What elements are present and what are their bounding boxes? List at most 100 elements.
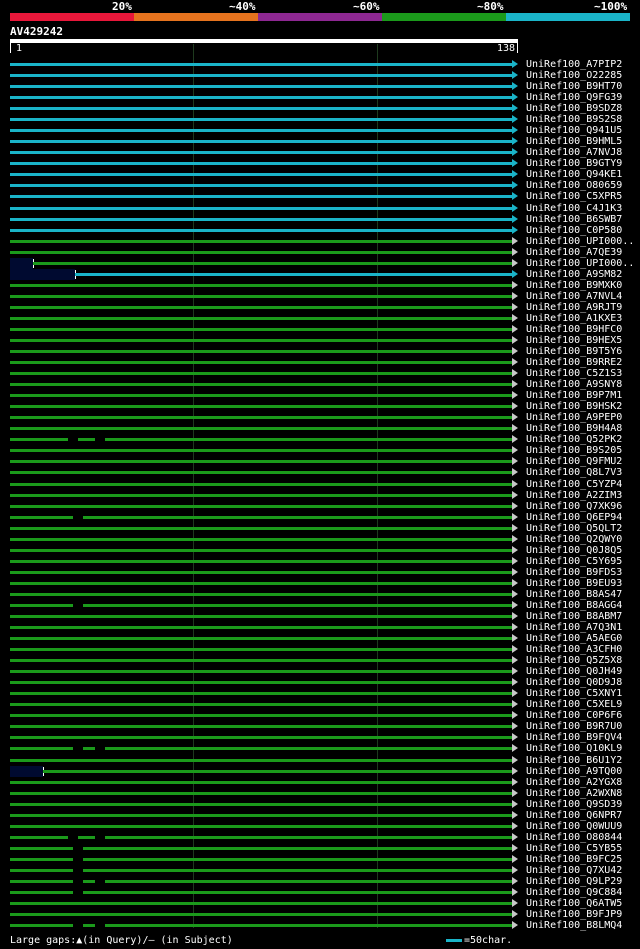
- hit-alignment-bar[interactable]: [10, 615, 512, 618]
- hit-label[interactable]: UniRef100_Q6NPR7: [526, 810, 622, 821]
- hit-alignment-bar[interactable]: [10, 482, 512, 486]
- hit-row[interactable]: UniRef100_C5XPR5: [0, 191, 640, 202]
- hit-alignment-bar[interactable]: [10, 184, 512, 188]
- hit-label[interactable]: UniRef100_C5XEL9: [526, 699, 622, 710]
- hit-label[interactable]: UniRef100_Q9FG39: [526, 92, 622, 103]
- hit-label[interactable]: UniRef100_A7QE39: [526, 247, 622, 258]
- hit-row[interactable]: UniRef100_Q7XU42: [0, 865, 640, 876]
- hit-label[interactable]: UniRef100_B9HT70: [526, 81, 622, 92]
- hit-alignment-bar[interactable]: [10, 902, 512, 906]
- hit-row[interactable]: UniRef100_C5Y695: [0, 556, 640, 567]
- hit-label[interactable]: UniRef100_A2ZIM3: [526, 490, 622, 501]
- hit-row[interactable]: UniRef100_C4J1K3: [0, 203, 640, 214]
- hit-label[interactable]: UniRef100_C5YB55: [526, 843, 622, 854]
- hit-label[interactable]: UniRef100_C0P580: [526, 225, 622, 236]
- hit-label[interactable]: UniRef100_B9FQV4: [526, 732, 622, 743]
- hit-alignment-bar[interactable]: [10, 891, 512, 894]
- hit-alignment-bar[interactable]: [10, 339, 512, 342]
- hit-label[interactable]: UniRef100_O80844: [526, 832, 622, 843]
- hit-label[interactable]: UniRef100_C0P6F6: [526, 710, 622, 721]
- hit-row[interactable]: UniRef100_A7PIP2: [0, 59, 640, 70]
- hit-label[interactable]: UniRef100_C5YZP4: [526, 479, 622, 490]
- hit-alignment-bar[interactable]: [10, 493, 512, 497]
- hit-label[interactable]: UniRef100_Q6EP94: [526, 512, 622, 523]
- hit-label[interactable]: UniRef100_B9FC25: [526, 854, 622, 865]
- hit-row[interactable]: UniRef100_Q7XK96: [0, 501, 640, 512]
- hit-label[interactable]: UniRef100_A7Q3N1: [526, 622, 622, 633]
- hit-label[interactable]: UniRef100_Q8L7V3: [526, 467, 622, 478]
- hit-label[interactable]: UniRef100_Q0D9J8: [526, 677, 622, 688]
- hit-alignment-bar[interactable]: [10, 427, 512, 431]
- hit-label[interactable]: UniRef100_B9S2S8: [526, 114, 622, 125]
- hit-label[interactable]: UniRef100_Q2QWY0: [526, 534, 622, 545]
- hit-alignment-bar[interactable]: [10, 913, 512, 917]
- hit-row[interactable]: UniRef100_Q2QWY0: [0, 534, 640, 545]
- hit-alignment-bar[interactable]: [10, 714, 512, 718]
- hit-label[interactable]: UniRef100_B9EU93: [526, 578, 622, 589]
- hit-row[interactable]: UniRef100_A2ZIM3: [0, 490, 640, 501]
- hit-label[interactable]: UniRef100_A1KXE3: [526, 313, 622, 324]
- hit-alignment-bar[interactable]: [75, 272, 512, 276]
- hit-row[interactable]: UniRef100_C5XEL9: [0, 699, 640, 710]
- hit-row[interactable]: UniRef100_Q6EP94: [0, 512, 640, 523]
- hit-alignment-bar[interactable]: [10, 206, 512, 210]
- hit-label[interactable]: UniRef100_C5Y695: [526, 556, 622, 567]
- hit-row[interactable]: UniRef100_B6SWB7: [0, 214, 640, 225]
- hit-row[interactable]: UniRef100_B9FDS3: [0, 567, 640, 578]
- hit-row[interactable]: UniRef100_B9HML5: [0, 136, 640, 147]
- hit-alignment-bar[interactable]: [10, 74, 512, 78]
- hit-label[interactable]: UniRef100_A5AEG0: [526, 633, 622, 644]
- hit-label[interactable]: UniRef100_Q9LP29: [526, 876, 622, 887]
- hit-alignment-bar[interactable]: [10, 581, 512, 585]
- hit-label[interactable]: UniRef100_A7PIP2: [526, 59, 622, 70]
- hit-alignment-bar[interactable]: [10, 471, 512, 475]
- hit-row[interactable]: UniRef100_B9RRE2: [0, 357, 640, 368]
- hit-label[interactable]: UniRef100_Q10KL9: [526, 743, 622, 754]
- hit-alignment-bar[interactable]: [10, 394, 512, 398]
- hit-row[interactable]: UniRef100_B9S205: [0, 445, 640, 456]
- hit-alignment-bar[interactable]: [10, 570, 512, 574]
- hit-row[interactable]: UniRef100_A9SM82: [0, 268, 640, 280]
- hit-label[interactable]: UniRef100_Q94KE1: [526, 169, 622, 180]
- hit-alignment-bar[interactable]: [10, 162, 512, 166]
- hit-row[interactable]: UniRef100_O22285: [0, 70, 640, 81]
- hit-label[interactable]: UniRef100_A3CFH0: [526, 644, 622, 655]
- hit-label[interactable]: UniRef100_Q0WUU9: [526, 821, 622, 832]
- hit-label[interactable]: UniRef100_A9SM82: [526, 269, 622, 280]
- hit-row[interactable]: UniRef100_C5XNY1: [0, 688, 640, 699]
- hit-label[interactable]: UniRef100_B9H4A8: [526, 423, 622, 434]
- hit-label[interactable]: UniRef100_C5Z1S3: [526, 368, 622, 379]
- hit-row[interactable]: UniRef100_B8AGG4: [0, 600, 640, 611]
- hit-row[interactable]: UniRef100_Q0D9J8: [0, 677, 640, 688]
- hit-row[interactable]: UniRef100_C5Z1S3: [0, 368, 640, 379]
- hit-row[interactable]: UniRef100_B9HT70: [0, 81, 640, 92]
- hit-row[interactable]: UniRef100_Q5QLT2: [0, 523, 640, 534]
- hit-label[interactable]: UniRef100_A9RJT9: [526, 302, 622, 313]
- hit-alignment-bar[interactable]: [10, 703, 512, 707]
- hit-alignment-bar[interactable]: [10, 316, 512, 320]
- hit-row[interactable]: UniRef100_Q8L7V3: [0, 467, 640, 478]
- hit-row[interactable]: UniRef100_B9T5Y6: [0, 346, 640, 357]
- hit-alignment-bar[interactable]: [10, 107, 512, 111]
- hit-row[interactable]: UniRef100_B9H4A8: [0, 423, 640, 434]
- hit-label[interactable]: UniRef100_UPI000..: [526, 236, 634, 247]
- hit-row[interactable]: UniRef100_B9GTY9: [0, 158, 640, 169]
- hit-label[interactable]: UniRef100_Q9C884: [526, 887, 622, 898]
- hit-alignment-bar[interactable]: [10, 85, 512, 89]
- hit-alignment-bar[interactable]: [10, 736, 512, 740]
- hit-row[interactable]: UniRef100_Q9FMU2: [0, 456, 640, 467]
- hit-alignment-bar[interactable]: [10, 515, 512, 519]
- hit-alignment-bar[interactable]: [10, 924, 512, 928]
- hit-row[interactable]: UniRef100_B9P7M1: [0, 390, 640, 401]
- hit-label[interactable]: UniRef100_B6SWB7: [526, 214, 622, 225]
- hit-label[interactable]: UniRef100_A9SNY8: [526, 379, 622, 390]
- hit-row[interactable]: UniRef100_Q52PK2: [0, 434, 640, 445]
- hit-alignment-bar[interactable]: [10, 780, 512, 784]
- hit-row[interactable]: UniRef100_Q9SD39: [0, 799, 640, 810]
- hit-row[interactable]: UniRef100_A3CFH0: [0, 644, 640, 655]
- hit-row[interactable]: UniRef100_Q941U5: [0, 125, 640, 136]
- hit-row[interactable]: UniRef100_A9PEP0: [0, 412, 640, 423]
- hit-label[interactable]: UniRef100_Q0JH49: [526, 666, 622, 677]
- hit-row[interactable]: UniRef100_B9R7U0: [0, 721, 640, 732]
- hit-row[interactable]: UniRef100_B9FJP9: [0, 909, 640, 920]
